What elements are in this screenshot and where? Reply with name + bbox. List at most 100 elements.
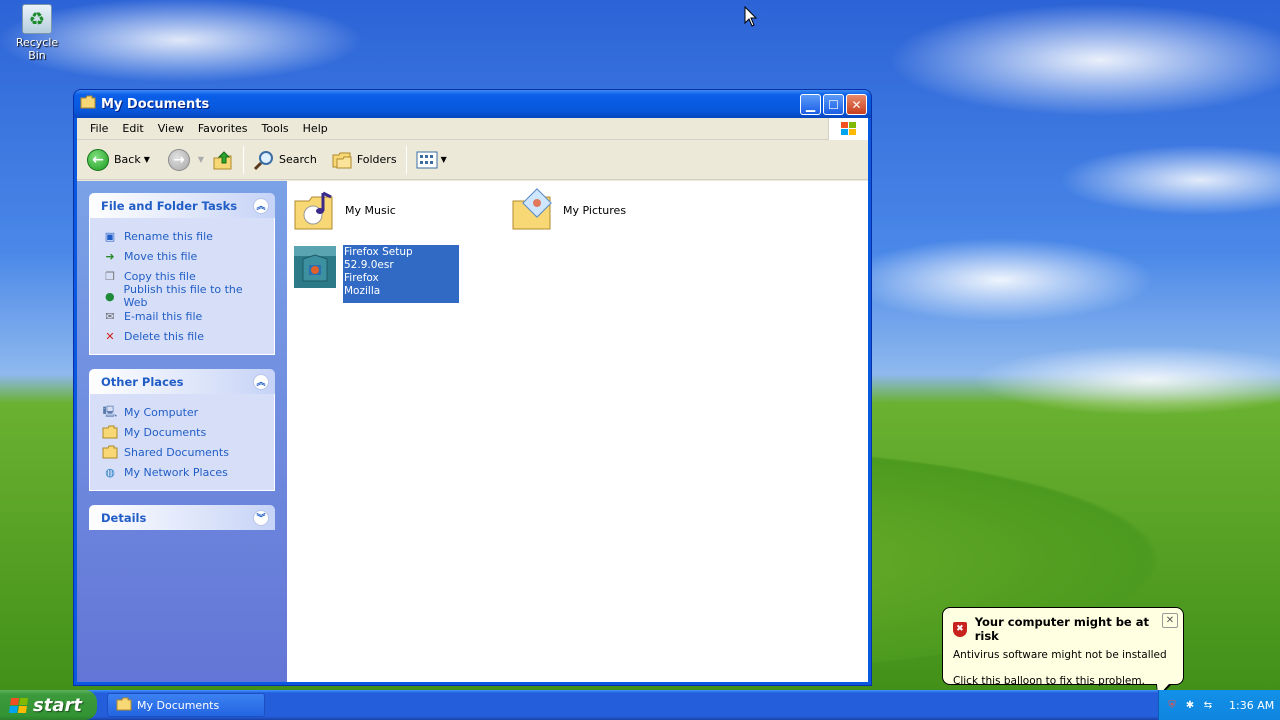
up-folder-button[interactable] <box>208 147 238 173</box>
security-alert-icon[interactable]: ⛨ <box>1165 698 1179 712</box>
task-delete-file[interactable]: ✕ Delete this file <box>102 326 266 346</box>
other-places-header[interactable]: Other Places ︽ <box>89 369 275 394</box>
maximize-button[interactable]: ☐ <box>823 94 844 115</box>
place-label: My Network Places <box>124 465 228 479</box>
menu-bar: File Edit View Favorites Tools Help <box>77 118 868 140</box>
windows-flag-icon <box>8 697 29 713</box>
security-balloon[interactable]: ✖ Your computer might be at risk ✕ Antiv… <box>942 607 1184 687</box>
balloon-action: Click this balloon to fix this problem. <box>953 675 1145 687</box>
file-folder-tasks-panel: File and Folder Tasks ︽ ▣ Rename this fi… <box>89 193 275 355</box>
taskbar: start My Documents ⛨ ✱ ⇆ 1:36 AM <box>0 690 1280 720</box>
expand-icon[interactable]: ︾ <box>253 509 269 526</box>
menu-edit[interactable]: Edit <box>115 120 150 137</box>
up-folder-icon <box>213 150 232 169</box>
folder-icon <box>102 424 118 440</box>
balloon-close-button[interactable]: ✕ <box>1162 613 1178 628</box>
taskbar-item-my-documents[interactable]: My Documents <box>107 693 265 717</box>
copy-icon: ❐ <box>105 269 115 283</box>
place-my-documents[interactable]: My Documents <box>102 422 266 442</box>
close-icon: ✕ <box>1165 615 1175 626</box>
start-label: start <box>33 694 82 716</box>
window-title: My Documents <box>101 96 210 112</box>
windows-logo-icon <box>828 118 868 140</box>
file-name: Firefox Setup 52.9.0esr <box>344 246 413 271</box>
folders-label: Folders <box>356 153 397 166</box>
folder-icon <box>80 95 96 113</box>
minimize-icon: ▁ <box>805 97 816 112</box>
toolbar-separator <box>405 145 407 174</box>
balloon-message: Antivirus software might not be installe… <box>953 649 1167 661</box>
task-label: Delete this file <box>124 329 204 343</box>
file-item-my-pictures[interactable]: My Pictures <box>511 187 626 233</box>
selected-file-label: Firefox Setup 52.9.0esr Firefox Mozilla <box>343 245 459 303</box>
file-company: Mozilla <box>344 285 381 297</box>
search-label: Search <box>279 153 317 166</box>
panel-title: Details <box>101 510 147 525</box>
folders-icon <box>332 152 352 168</box>
forward-button[interactable]: → ▼ <box>164 147 208 173</box>
toolbar: ← Back ▼ → ▼ Search Folders ▼ <box>77 140 868 180</box>
recycle-bin-icon: ♻ <box>22 4 52 34</box>
mouse-cursor-icon <box>744 6 758 27</box>
file-item-my-music[interactable]: My Music <box>293 187 396 233</box>
task-publish-web[interactable]: ● Publish this file to the Web <box>102 283 266 309</box>
details-header[interactable]: Details ︾ <box>89 505 275 530</box>
panel-title: File and Folder Tasks <box>101 198 238 213</box>
close-button[interactable]: ✕ <box>846 94 867 115</box>
start-button[interactable]: start <box>0 690 97 720</box>
task-label: Publish this file to the Web <box>123 283 243 309</box>
explorer-window: My Documents ▁ ☐ ✕ File Edit View Favori… <box>73 89 872 686</box>
task-label: E-mail this file <box>124 309 203 323</box>
file-item-firefox-setup[interactable]: Firefox Setup 52.9.0esr Firefox Mozilla <box>293 245 459 303</box>
menu-favorites[interactable]: Favorites <box>191 120 255 137</box>
close-icon: ✕ <box>851 97 862 112</box>
task-label: Rename this file <box>124 229 213 243</box>
place-label: Shared Documents <box>124 445 229 459</box>
network-tray-icon[interactable]: ✱ <box>1183 698 1197 712</box>
computer-icon: 🖳 <box>102 404 118 418</box>
menu-tools[interactable]: Tools <box>255 120 296 137</box>
forward-arrow-icon: → <box>167 148 190 171</box>
music-folder-icon <box>294 191 333 230</box>
views-button[interactable]: ▼ <box>412 149 451 171</box>
place-network-places[interactable]: ◍ My Network Places <box>102 462 266 482</box>
views-icon <box>416 151 438 168</box>
balloon-title: Your computer might be at risk <box>974 615 1149 643</box>
other-places-panel: Other Places ︽ 🖳 My Computer My Document… <box>89 369 275 491</box>
tasks-pane: File and Folder Tasks ︽ ▣ Rename this fi… <box>77 181 287 682</box>
menu-view[interactable]: View <box>151 120 191 137</box>
desktop-icon-recycle-bin[interactable]: ♻ Recycle Bin <box>6 4 68 62</box>
search-icon <box>253 150 274 170</box>
back-button[interactable]: ← Back ▼ <box>83 147 154 173</box>
search-button[interactable]: Search <box>249 147 321 173</box>
task-move-file[interactable]: ➜ Move this file <box>102 246 266 266</box>
chevron-down-icon[interactable]: ▼ <box>441 155 447 164</box>
task-rename-file[interactable]: ▣ Rename this file <box>102 226 266 246</box>
window-titlebar[interactable]: My Documents ▁ ☐ ✕ <box>74 90 871 118</box>
delete-icon: ✕ <box>105 329 115 343</box>
place-label: My Computer <box>124 405 199 419</box>
menu-file[interactable]: File <box>83 120 115 137</box>
pictures-folder-icon <box>512 188 552 230</box>
chevron-down-icon[interactable]: ▼ <box>144 155 150 164</box>
place-shared-documents[interactable]: Shared Documents <box>102 442 266 462</box>
file-folder-tasks-header[interactable]: File and Folder Tasks ︽ <box>89 193 275 218</box>
toolbar-separator <box>243 145 245 174</box>
place-label: My Documents <box>124 425 207 439</box>
web-publish-icon: ● <box>104 289 115 303</box>
folders-button[interactable]: Folders <box>327 148 401 172</box>
menu-help[interactable]: Help <box>296 120 335 137</box>
desktop-icon-label: Recycle Bin <box>15 36 59 62</box>
place-my-computer[interactable]: 🖳 My Computer <box>102 402 266 422</box>
back-arrow-icon: ← <box>87 148 109 171</box>
taskbar-item-label: My Documents <box>137 698 220 712</box>
collapse-icon[interactable]: ︽ <box>253 373 269 390</box>
collapse-icon[interactable]: ︽ <box>253 197 269 214</box>
installer-icon <box>294 246 336 288</box>
task-email-file[interactable]: ✉ E-mail this file <box>102 306 266 326</box>
file-name: My Music <box>345 203 396 217</box>
folder-icon <box>116 697 132 714</box>
safely-remove-icon[interactable]: ⇆ <box>1201 698 1215 712</box>
clock[interactable]: 1:36 AM <box>1229 699 1274 712</box>
minimize-button[interactable]: ▁ <box>800 94 821 115</box>
